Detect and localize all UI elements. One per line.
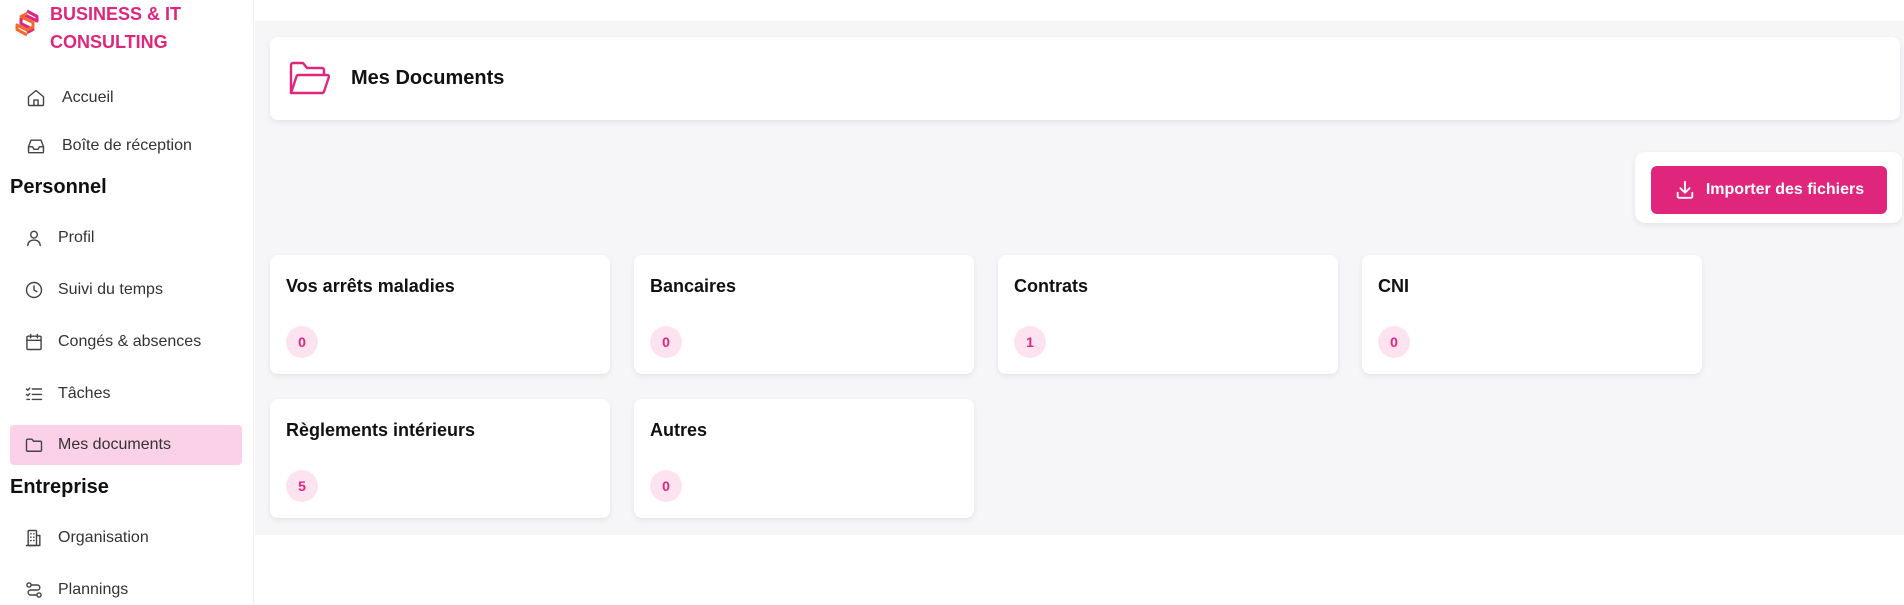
sidebar: BUSINESS & IT CONSULTING Accueil Boîte d… (0, 0, 254, 605)
main-content: Mes Documents Importer des fichiers Vos … (255, 21, 1904, 535)
sidebar-item-label: Plannings (58, 581, 129, 598)
home-icon (27, 89, 45, 107)
sidebar-item-label: Accueil (62, 89, 114, 106)
sidebar-item-label: Boîte de réception (62, 137, 192, 154)
document-category-card[interactable]: CNI 0 (1362, 255, 1702, 374)
category-title: Vos arrêts maladies (286, 276, 455, 296)
document-category-card[interactable]: Règlements intérieurs 5 (270, 399, 610, 518)
brand-name: BUSINESS & IT CONSULTING (50, 0, 181, 56)
document-category-card[interactable]: Vos arrêts maladies 0 (270, 255, 610, 374)
sidebar-item-label: Suivi du temps (58, 281, 163, 298)
route-icon (26, 582, 42, 598)
category-title: Autres (650, 420, 708, 440)
category-count-badge: 0 (286, 326, 318, 358)
sidebar-item-accueil[interactable]: Accueil (10, 78, 242, 118)
category-title: CNI (1378, 276, 1409, 296)
brand-line-1: BUSINESS & IT (50, 4, 182, 24)
document-category-card[interactable]: Autres 0 (634, 399, 974, 518)
download-icon (1676, 180, 1694, 199)
brand-logo-icon (15, 9, 39, 37)
sidebar-item-conges[interactable]: Congés & absences (10, 322, 242, 362)
folder-icon (25, 438, 43, 452)
sidebar-item-label: Congés & absences (58, 333, 202, 350)
page-header: Mes Documents (270, 37, 1900, 120)
tasks-icon (25, 387, 43, 401)
document-category-card[interactable]: Bancaires 0 (634, 255, 974, 374)
section-title-personnel: Personnel (10, 176, 107, 198)
category-title: Bancaires (650, 276, 737, 296)
import-panel: Importer des fichiers (1635, 152, 1902, 223)
sidebar-item-label: Profil (58, 229, 95, 246)
clock-icon (25, 281, 43, 299)
section-title-entreprise: Entreprise (10, 476, 109, 498)
user-icon (27, 230, 41, 247)
sidebar-item-suivi-du-temps[interactable]: Suivi du temps (10, 270, 242, 310)
category-count-badge: 0 (1378, 326, 1410, 358)
document-category-card[interactable]: Contrats 1 (998, 255, 1338, 374)
sidebar-item-organisation[interactable]: Organisation (10, 518, 242, 558)
import-files-button[interactable]: Importer des fichiers (1651, 166, 1887, 214)
sidebar-item-taches[interactable]: Tâches (10, 374, 242, 414)
category-title: Contrats (1014, 276, 1089, 296)
import-files-label: Importer des fichiers (1705, 181, 1865, 198)
sidebar-item-label: Mes documents (58, 436, 171, 453)
sidebar-item-plannings[interactable]: Plannings (10, 570, 242, 605)
category-count-badge: 0 (650, 326, 682, 358)
category-title: Règlements intérieurs (286, 420, 476, 440)
sidebar-item-mes-documents[interactable]: Mes documents (10, 425, 242, 465)
sidebar-item-label: Organisation (58, 529, 149, 546)
brand[interactable]: BUSINESS & IT CONSULTING (12, 0, 181, 56)
folder-open-icon (289, 61, 331, 94)
sidebar-item-label: Tâches (58, 385, 111, 402)
sidebar-item-inbox[interactable]: Boîte de réception (10, 126, 242, 166)
brand-line-2: CONSULTING (50, 32, 168, 52)
page-title: Mes Documents (351, 67, 505, 89)
category-count-badge: 1 (1014, 326, 1046, 358)
sidebar-item-profil[interactable]: Profil (10, 218, 242, 258)
calendar-icon (26, 333, 42, 351)
category-count-badge: 5 (286, 470, 318, 502)
inbox-icon (27, 139, 45, 154)
building-icon (25, 529, 41, 547)
category-count-badge: 0 (650, 470, 682, 502)
